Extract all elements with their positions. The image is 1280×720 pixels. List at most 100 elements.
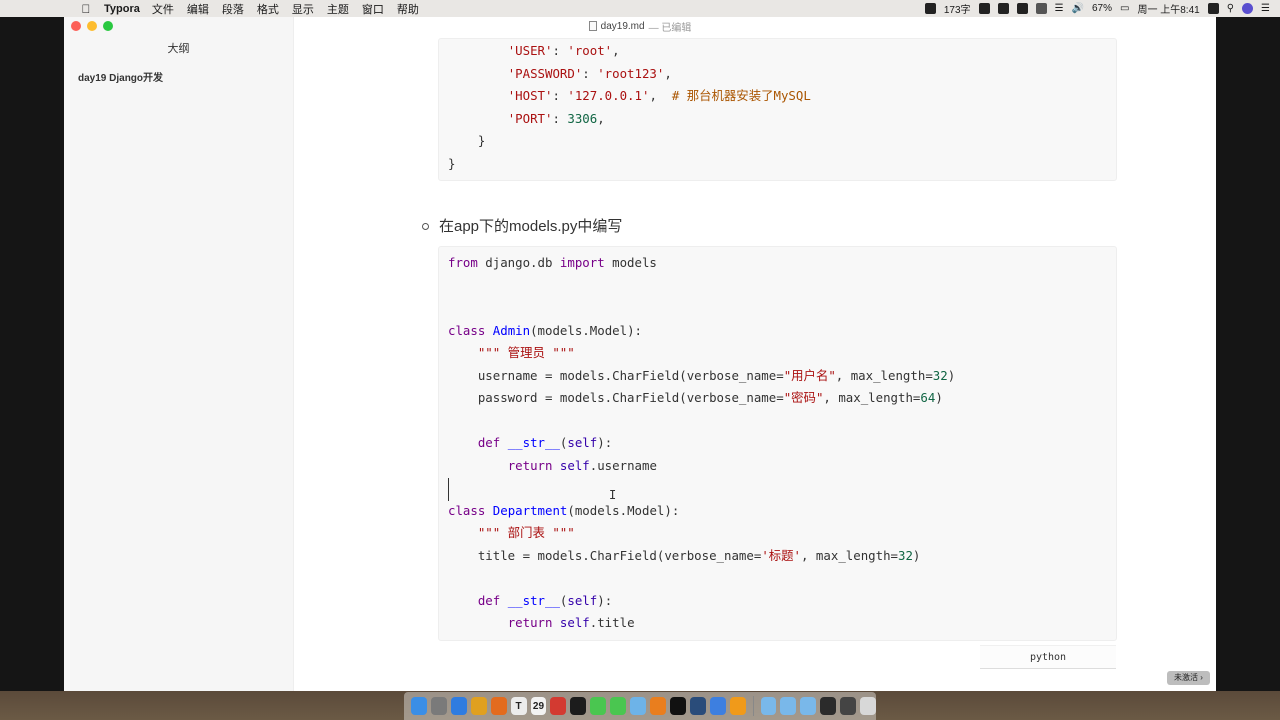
clock[interactable]: 周一 上午8:41 [1137,1,1199,16]
code-line[interactable]: class Department(models.Model): [448,501,679,521]
zoom-button[interactable] [103,21,113,31]
editor-content[interactable]: 'USER': 'root', 'PASSWORD': 'root123', '… [295,35,1216,691]
sogou-icon[interactable] [1207,3,1219,14]
typora-icon[interactable]: T [510,697,527,715]
menu-help[interactable]: 帮助 [397,1,419,17]
status-app-icon[interactable] [1035,3,1047,14]
code-token: """ 管理员 """ [477,345,575,360]
firefox-icon[interactable] [490,697,507,715]
input-method-icon[interactable] [1016,3,1028,14]
folder-icon[interactable] [780,697,797,715]
code-block-models[interactable]: from django.db import models class Admin(… [438,246,1117,641]
activate-badge[interactable]: 未激活 › [1167,671,1210,685]
code-token: 32 [932,367,948,383]
document-icon [588,21,597,31]
code-line[interactable]: 'HOST': '127.0.0.1', # 那台机器安装了MySQL [448,86,811,106]
code-line[interactable]: from django.db import models [448,253,657,273]
wechat-icon[interactable] [590,697,607,715]
code-token: username = models.CharField(verbose_name… [448,367,784,383]
list-bullet-icon [422,223,429,230]
screen-thumbnail-icon[interactable] [820,697,837,715]
outline-item[interactable]: day19 Django开发 [78,69,163,84]
microphone-icon[interactable] [978,3,990,14]
code-token: 'PORT' [507,110,553,126]
menu-edit[interactable]: 编辑 [187,1,209,17]
app-menu[interactable]: Typora [104,3,140,15]
edited-status: — 已编辑 [648,22,692,34]
code-token: return [507,457,553,473]
messages-icon[interactable] [610,697,627,715]
quicktime-icon[interactable] [689,697,706,715]
downloads-folder-icon[interactable] [760,697,777,715]
list-item-text[interactable]: 在app下的models.py中编写 [439,215,622,236]
code-line[interactable]: return self.title [448,613,635,633]
menu-theme[interactable]: 主题 [327,1,349,17]
code-line[interactable]: return self.username [448,456,657,476]
menu-view[interactable]: 显示 [292,1,314,17]
volume-icon[interactable]: 🔊 [1072,3,1084,14]
code-token: from [448,255,478,270]
word-count[interactable]: 173字 [944,1,971,16]
apple-menu-icon[interactable]:  [72,2,100,16]
code-line[interactable]: def __str__(self): [448,591,612,611]
code-token: ): [597,592,613,608]
minimize-button[interactable] [87,21,97,31]
code-line[interactable]: """ 部门表 """ [448,523,575,543]
code-token: '标题' [761,547,802,563]
sublime-icon[interactable] [650,697,666,715]
chrome-icon[interactable] [470,697,487,715]
battery-icon[interactable]: ▭ [1120,3,1129,14]
code-line[interactable]: 'USER': 'root', [448,41,620,61]
feishu-icon[interactable] [709,697,726,715]
code-token: 'HOST' [507,88,553,103]
code-line[interactable]: title = models.CharField(verbose_name='标… [448,546,921,566]
menu-file[interactable]: 文件 [152,1,174,17]
close-button[interactable] [71,21,81,31]
spotlight-icon[interactable]: ⚲ [1227,3,1234,14]
code-token: self [559,457,590,473]
menu-paragraph[interactable]: 段落 [222,1,244,17]
finder-icon[interactable] [411,697,427,715]
code-block-database-config[interactable]: 'USER': 'root', 'PASSWORD': 'root123', '… [438,38,1117,181]
siri-icon[interactable] [1242,3,1254,14]
menu-format[interactable]: 格式 [257,1,279,17]
outline-sidebar: 大纲 day19 Django开发 [64,17,294,691]
menu-window[interactable]: 窗口 [362,1,384,17]
code-line[interactable]: class Admin(models.Model): [448,321,642,341]
status-app-icon[interactable] [997,3,1009,14]
notification-center-icon[interactable]: ☰ [1261,3,1270,14]
terminal-icon[interactable] [669,697,686,715]
folder-icon[interactable] [800,697,817,715]
typora-window: 大纲 day19 Django开发 day19.md — 已编辑 'USER':… [64,17,1216,691]
status-app-icon[interactable] [924,3,936,14]
code-line[interactable]: username = models.CharField(verbose_name… [448,366,955,386]
code-line[interactable]: def __str__(self): [448,433,612,453]
safari-icon[interactable] [450,697,467,715]
pycharm-icon[interactable] [570,697,587,715]
screen-thumbnail-icon[interactable] [840,697,857,715]
code-line[interactable]: password = models.CharField(verbose_name… [448,388,943,408]
battery-percent[interactable]: 67% [1092,3,1112,14]
calendar-icon[interactable]: 29 [530,697,547,715]
code-token: } [448,155,456,171]
trash-icon[interactable] [860,697,877,715]
code-line[interactable]: } [448,131,485,151]
dock: T 29 [404,692,877,720]
preview-icon[interactable] [630,697,647,715]
code-line[interactable]: 'PASSWORD': 'root123', [448,64,672,84]
code-line[interactable]: 'PORT': 3306, [448,109,605,129]
wifi-icon[interactable]: ☰ [1055,3,1064,14]
code-language-input[interactable]: python [980,645,1116,669]
netease-music-icon[interactable] [550,697,567,715]
code-line[interactable]: """ 管理员 """ [448,343,575,363]
code-line[interactable]: } [448,154,455,174]
launchpad-icon[interactable] [430,697,447,715]
app-orange-icon[interactable] [729,697,746,715]
code-token: self [567,592,598,608]
code-token: '127.0.0.1' [567,88,650,103]
